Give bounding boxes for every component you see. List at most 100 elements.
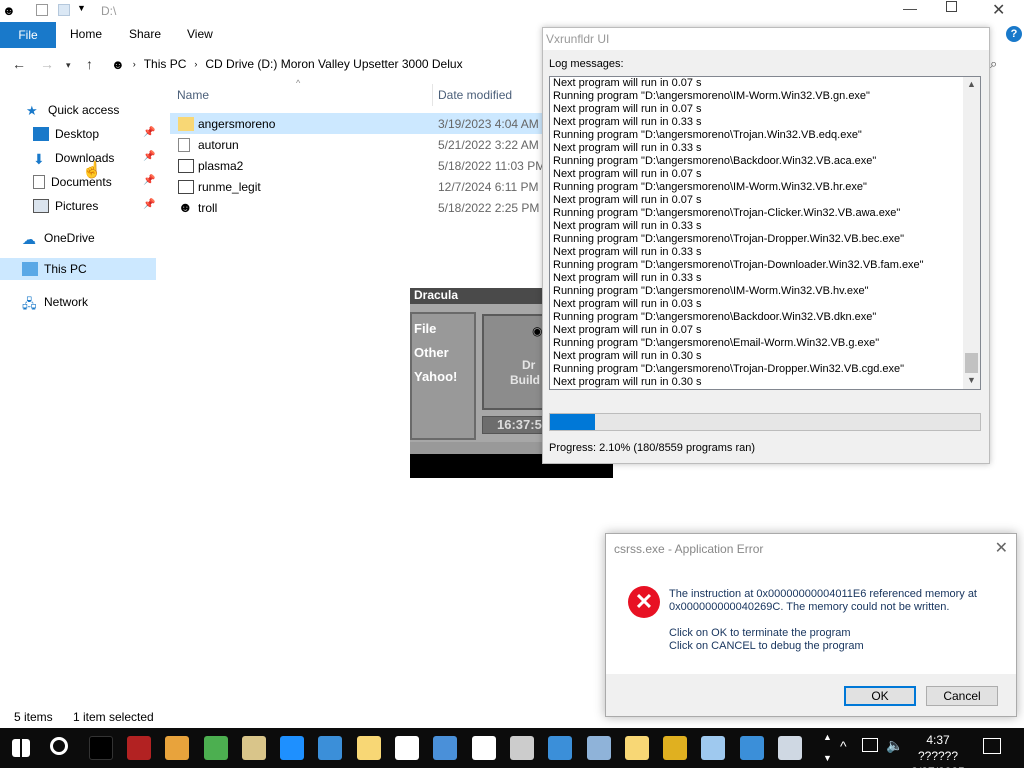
forward-arrow-icon[interactable]: → — [40, 56, 54, 72]
troll-face-icon: ☻ — [2, 3, 16, 18]
tab-file[interactable]: File — [0, 22, 56, 48]
item-count: 5 items — [14, 710, 53, 724]
black-app-icon[interactable] — [88, 736, 113, 760]
log-line: Next program will run in 0.30 s — [553, 350, 702, 362]
dracula-logo-icon: ◉ — [532, 324, 543, 338]
breadcrumb-drive[interactable]: CD Drive (D:) Moron Valley Upsetter 3000… — [205, 57, 462, 71]
volume-muted-icon[interactable]: 🔈 — [886, 737, 903, 754]
winrar-icon[interactable] — [126, 736, 151, 760]
error-message-line: Click on OK to terminate the program — [669, 627, 851, 639]
dracula-menu-file[interactable]: File — [414, 321, 474, 336]
troll-face-icon: ☻ — [111, 56, 125, 72]
gear-icon[interactable] — [586, 736, 611, 760]
tab-share[interactable]: Share — [129, 27, 161, 41]
file-row[interactable]: angersmoreno 3/19/2023 4:04 AM — [170, 113, 550, 134]
tab-home[interactable]: Home — [70, 27, 102, 41]
file-row[interactable]: ☻ troll 5/18/2022 2:25 PM — [170, 197, 550, 218]
notifications-icon[interactable] — [983, 738, 1001, 754]
tab-view[interactable]: View — [187, 27, 213, 41]
qat-dropdown-icon[interactable]: ▼ — [77, 3, 86, 13]
log-scrollbar[interactable]: ▲ ▼ — [963, 77, 980, 389]
column-divider[interactable] — [432, 84, 433, 106]
taskbar-clock[interactable]: 4:37 ?????? 3/27/2025 — [906, 732, 970, 780]
cursor-icon[interactable] — [471, 736, 496, 760]
ie-icon[interactable] — [318, 736, 343, 760]
people-icon[interactable] — [203, 736, 228, 760]
network-status-icon[interactable] — [862, 738, 878, 752]
cat-icon[interactable] — [395, 736, 419, 760]
scroll-thumb[interactable] — [965, 353, 978, 373]
ie-icon[interactable] — [548, 736, 573, 760]
app-icon[interactable] — [241, 736, 266, 760]
log-line: Next program will run in 0.33 s — [553, 246, 702, 258]
log-list[interactable]: Next program will run in 0.07 s Running p… — [549, 76, 981, 390]
close-icon[interactable]: ✕ — [995, 538, 1008, 558]
sidebar-item-label: This PC — [44, 262, 87, 276]
address-bar[interactable]: ☻ › This PC › CD Drive (D:) Moron Valley… — [106, 52, 546, 76]
restore-button[interactable] — [946, 1, 957, 12]
scroll-up-icon[interactable]: ▲ — [967, 79, 976, 89]
taskbar: ▲ ▼ ^ 🔈 4:37 ?????? 3/27/2025 — [0, 728, 1024, 779]
column-header-name[interactable]: Name — [177, 88, 209, 102]
cloud-icon: ☁ — [22, 231, 36, 247]
pin-icon: 📌 — [143, 127, 156, 138]
sidebar-item-this-pc[interactable]: This PC — [0, 258, 156, 280]
start-icon[interactable] — [12, 739, 30, 757]
window-icon[interactable] — [433, 736, 458, 760]
sidebar-item-quick-access[interactable]: ★ Quick access — [26, 99, 119, 121]
search-icon[interactable] — [50, 737, 69, 755]
chevron-right-icon: › — [132, 59, 136, 69]
search-icon[interactable]: ⌕ — [990, 56, 997, 72]
file-icon[interactable] — [509, 736, 534, 760]
close-button[interactable]: ✕ — [992, 0, 1005, 20]
sidebar-item-pictures[interactable]: Pictures — [33, 195, 98, 217]
scroll-down-icon[interactable]: ▼ — [967, 375, 976, 385]
file-name: plasma2 — [198, 158, 244, 173]
file-row[interactable]: plasma2 5/18/2022 11:03 PM — [170, 155, 550, 176]
clock-date: 3/27/2025 — [911, 765, 965, 779]
column-header-date[interactable]: Date modified — [438, 88, 512, 102]
game-icon[interactable] — [663, 736, 688, 760]
file-row[interactable]: runme_legit 12/7/2024 6:11 PM — [170, 176, 550, 197]
sidebar-item-desktop[interactable]: Desktop — [33, 123, 99, 145]
vx-title: Vxrunfldr UI — [543, 28, 989, 50]
log-line: Next program will run in 0.30 s — [553, 376, 702, 388]
up-arrow-icon[interactable]: ↑ — [86, 56, 93, 72]
progress-bar — [549, 413, 981, 431]
taskbar-scroll-up-icon[interactable]: ▲ — [823, 732, 832, 742]
log-label: Log messages: — [549, 58, 624, 70]
help-icon[interactable]: ? — [1006, 26, 1022, 42]
app-icon — [178, 158, 194, 173]
file-row[interactable]: autorun 5/21/2022 3:22 AM — [170, 134, 550, 155]
notepad-icon[interactable] — [701, 736, 726, 760]
cancel-button[interactable]: Cancel — [926, 686, 998, 706]
edge-icon[interactable] — [280, 736, 305, 760]
recent-dropdown-icon[interactable]: ▾ — [66, 60, 71, 71]
log-line: Next program will run in 0.33 s — [553, 116, 702, 128]
error-message-line: The instruction at 0x00000000004011E6 re… — [669, 588, 977, 600]
file-name: runme_legit — [198, 179, 261, 194]
sidebar-item-onedrive[interactable]: ☁ OneDrive — [22, 227, 95, 249]
new-folder-icon[interactable] — [58, 4, 70, 16]
show-hidden-icons-icon[interactable]: ^ — [840, 738, 847, 754]
sidebar-item-downloads[interactable]: ⬇ Downloads — [33, 147, 114, 169]
file-explorer-icon[interactable] — [356, 736, 381, 760]
folder-icon[interactable] — [624, 736, 649, 760]
sidebar-item-label: OneDrive — [44, 231, 95, 245]
minimize-button[interactable]: — — [903, 0, 917, 16]
paint-icon[interactable] — [165, 736, 190, 760]
file-date: 12/7/2024 6:11 PM — [438, 179, 539, 194]
taskbar-scroll-down-icon[interactable]: ▼ — [823, 753, 832, 763]
sidebar-item-network[interactable]: 🖧 Network — [22, 291, 88, 313]
document-icon — [33, 175, 45, 189]
ie-icon[interactable] — [739, 736, 764, 760]
dracula-menu-yahoo[interactable]: Yahoo! — [414, 369, 474, 384]
back-arrow-icon[interactable]: ← — [12, 56, 26, 72]
mail-icon[interactable] — [778, 736, 802, 760]
window-title: D:\ — [101, 4, 117, 18]
dracula-menu-other[interactable]: Other — [414, 345, 474, 360]
properties-icon[interactable] — [36, 4, 48, 16]
ok-button[interactable]: OK — [844, 686, 916, 706]
breadcrumb-this-pc[interactable]: This PC — [144, 57, 187, 71]
computer-icon — [22, 262, 38, 276]
